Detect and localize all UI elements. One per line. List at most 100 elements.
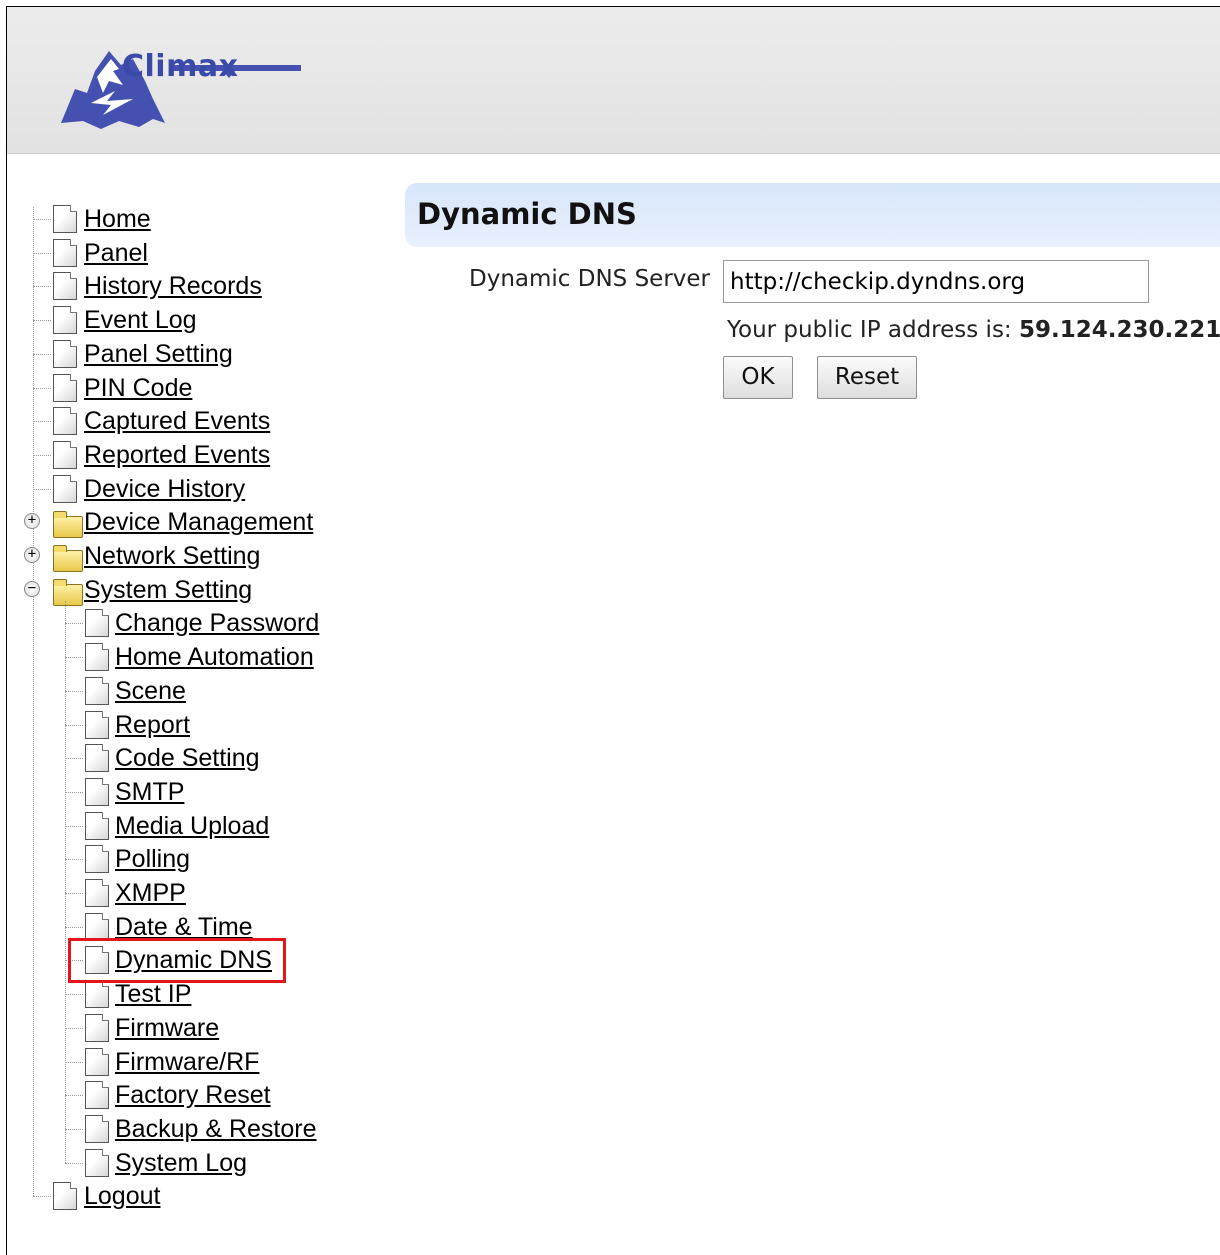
page-icon [85, 845, 109, 874]
tree-connector [65, 657, 83, 659]
nav-item-backup-and-restore[interactable]: Backup & Restore [115, 1115, 317, 1144]
tree-connector [33, 320, 51, 322]
nav-item-reported-events[interactable]: Reported Events [84, 441, 270, 470]
page-icon [85, 710, 109, 739]
folder-icon [53, 511, 83, 539]
folder-icon [53, 578, 83, 606]
page-icon [85, 609, 109, 638]
tree-connector [65, 758, 83, 760]
nav-item-report[interactable]: Report [115, 711, 190, 740]
tree-connector [33, 219, 51, 220]
tree-connector [65, 1027, 83, 1029]
tree-connector [33, 286, 51, 288]
page-icon [85, 643, 109, 672]
page-title: Dynamic DNS [417, 197, 637, 231]
content-title-bar: Dynamic DNS [405, 183, 1220, 247]
tree-connector [33, 421, 51, 423]
tree-connector [65, 601, 66, 1163]
nav-item-system-setting[interactable]: System Setting [84, 576, 252, 605]
page-icon [85, 980, 109, 1009]
tree-connector [65, 893, 83, 894]
ok-button[interactable]: OK [723, 356, 793, 399]
nav-item-scene[interactable]: Scene [115, 677, 186, 706]
page-icon [85, 912, 109, 941]
page-icon [85, 777, 109, 806]
nav-item-firmware[interactable]: Firmware [115, 1014, 219, 1043]
tree-connector [33, 387, 51, 389]
tree-connector [65, 1061, 83, 1063]
tree-connector [65, 1128, 83, 1130]
tree-connector [65, 1162, 83, 1164]
page-icon [85, 1081, 109, 1110]
page-icon [85, 676, 109, 705]
tree-connector [33, 454, 51, 456]
tree-connector [65, 724, 83, 726]
device-management-expander-icon[interactable]: + [24, 513, 40, 530]
tree-connector [33, 488, 51, 490]
page-icon [53, 474, 77, 503]
tree-connector [65, 825, 83, 827]
page-icon [53, 238, 77, 267]
nav-item-polling[interactable]: Polling [115, 845, 190, 874]
page-icon [53, 205, 77, 233]
page-icon [53, 373, 77, 402]
tree-connector [65, 791, 83, 793]
nav-item-firmware-rf[interactable]: Firmware/RF [115, 1048, 259, 1077]
page-icon [53, 306, 77, 335]
nav-item-code-setting[interactable]: Code Setting [115, 744, 260, 773]
page-icon [85, 1047, 109, 1076]
nav-item-captured-events[interactable]: Captured Events [84, 407, 270, 436]
nav-item-home[interactable]: Home [84, 205, 151, 234]
page-icon [85, 744, 109, 773]
page-icon [53, 339, 77, 368]
header: Climax [7, 7, 1220, 154]
nav-item-system-log[interactable]: System Log [115, 1149, 247, 1178]
nav-item-device-management[interactable]: Device Management [84, 508, 313, 537]
nav-item-change-password[interactable]: Change Password [115, 609, 319, 638]
nav-item-smtp[interactable]: SMTP [115, 778, 184, 807]
page-icon [53, 407, 77, 436]
tree-connector [65, 859, 83, 861]
page-icon [85, 1114, 109, 1143]
system-setting-expander-icon[interactable]: − [24, 580, 40, 597]
nav-item-factory-reset[interactable]: Factory Reset [115, 1081, 271, 1110]
tree-connector [33, 1196, 51, 1198]
tree-connector [33, 353, 51, 355]
logo-text: Climax [122, 49, 239, 84]
tree-connector [33, 207, 34, 1197]
nav-item-event-log[interactable]: Event Log [84, 306, 197, 335]
page-icon [53, 1182, 77, 1211]
tree-connector [65, 994, 83, 996]
page-icon [53, 272, 77, 301]
public-ip-line: Your public IP address is: 59.124.230.22… [727, 317, 1220, 343]
network-setting-expander-icon[interactable]: + [24, 547, 40, 563]
page-icon [85, 811, 109, 840]
nav-item-test-ip[interactable]: Test IP [115, 980, 191, 1009]
tree-connector [33, 252, 51, 254]
page-frame: Climax Home Panel History Records Event Log… [6, 6, 1220, 1255]
nav-item-media-upload[interactable]: Media Upload [115, 812, 269, 841]
nav-item-pin-code[interactable]: PIN Code [84, 374, 192, 403]
server-input[interactable] [723, 260, 1149, 303]
page-icon [85, 1013, 109, 1042]
folder-icon [53, 545, 83, 572]
tree-connector [65, 623, 83, 625]
nav-item-logout[interactable]: Logout [84, 1182, 160, 1211]
nav-item-history-records[interactable]: History Records [84, 272, 262, 301]
nav-item-panel-setting[interactable]: Panel Setting [84, 340, 233, 369]
public-ip-value: 59.124.230.221 [1019, 317, 1220, 343]
page-icon [85, 879, 109, 907]
tree-connector [65, 1095, 83, 1097]
server-label: Dynamic DNS Server [469, 266, 710, 292]
nav-item-panel[interactable]: Panel [84, 239, 148, 268]
tree-connector [65, 926, 83, 928]
selected-item-highlight [68, 938, 286, 983]
reset-button[interactable]: Reset [817, 356, 917, 399]
nav-item-xmpp[interactable]: XMPP [115, 879, 186, 908]
nav-item-home-automation[interactable]: Home Automation [115, 643, 314, 672]
nav-item-network-setting[interactable]: Network Setting [84, 542, 260, 571]
tree-connector [65, 690, 83, 692]
nav-item-device-history[interactable]: Device History [84, 475, 245, 504]
page-icon [85, 1148, 109, 1177]
page-icon [53, 440, 77, 469]
